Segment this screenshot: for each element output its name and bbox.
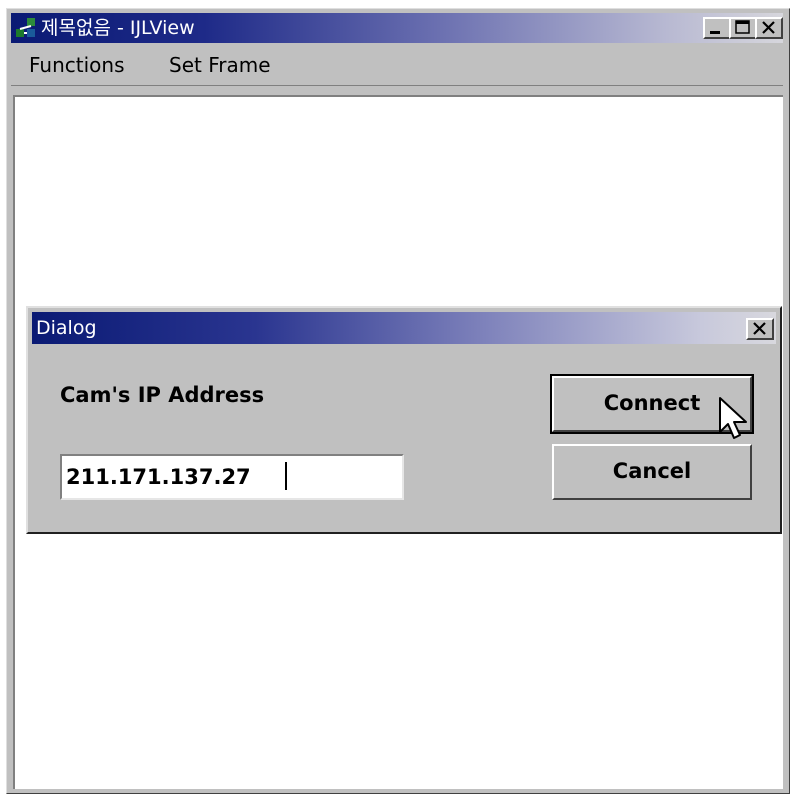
- ip-address-label: Cam's IP Address: [60, 383, 265, 407]
- dialog-title-bar[interactable]: Dialog: [32, 312, 776, 344]
- text-caret: [285, 462, 287, 490]
- close-icon: [753, 322, 766, 335]
- menu-functions[interactable]: Functions: [29, 52, 125, 78]
- close-icon: [762, 21, 775, 34]
- mouse-pointer-icon: [719, 397, 747, 439]
- close-button[interactable]: [755, 17, 783, 39]
- window-title: 제목없음 - IJLView: [41, 17, 195, 39]
- ip-dialog: Dialog Cam's IP Address Connect Cancel: [26, 306, 782, 534]
- app-network-icon: [16, 18, 35, 37]
- maximize-icon: [735, 20, 750, 34]
- minimize-icon: [710, 31, 720, 34]
- minimize-button[interactable]: [703, 17, 731, 39]
- ip-address-input[interactable]: [60, 454, 404, 500]
- dialog-title: Dialog: [36, 317, 97, 339]
- dialog-close-button[interactable]: [746, 318, 774, 340]
- maximize-button[interactable]: [729, 17, 757, 39]
- cancel-button[interactable]: Cancel: [552, 444, 752, 500]
- title-bar[interactable]: 제목없음 - IJLView: [11, 13, 783, 43]
- menu-set-frame[interactable]: Set Frame: [169, 52, 271, 78]
- menu-bar: Functions Set Frame: [11, 45, 783, 86]
